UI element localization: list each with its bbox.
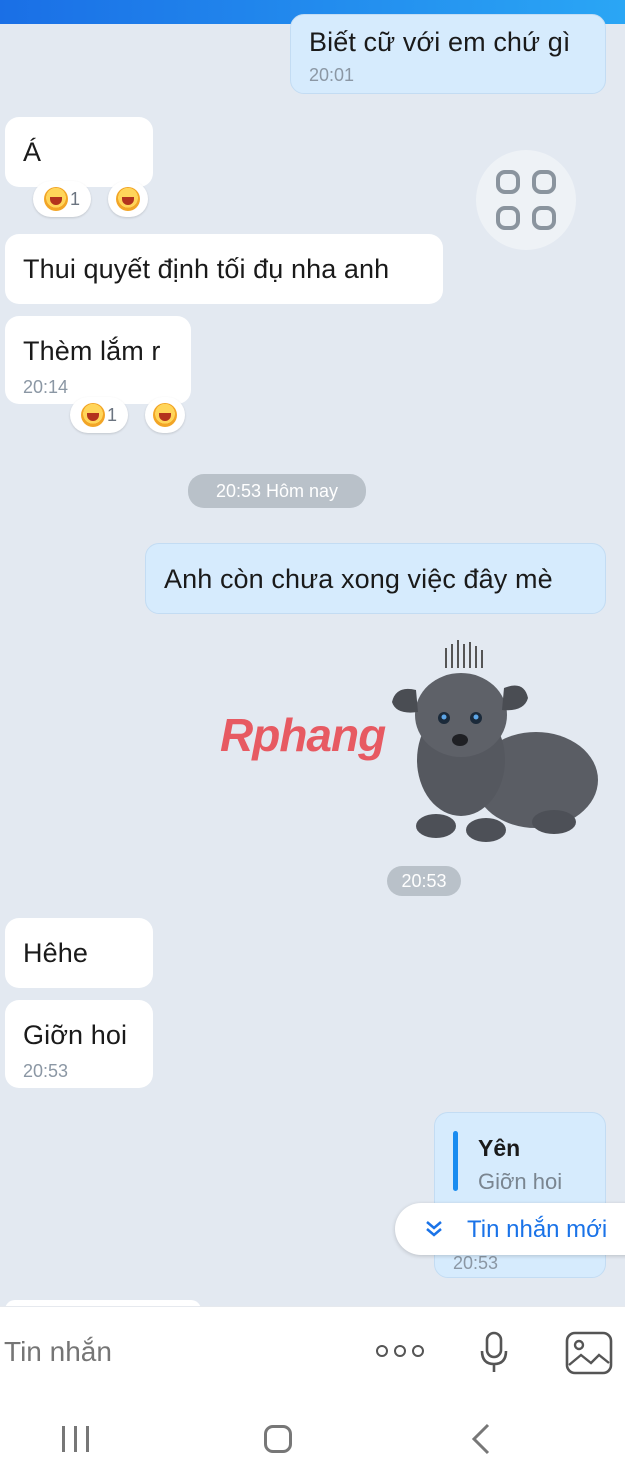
message-time: 20:53 xyxy=(23,1061,69,1081)
laugh-emoji-icon xyxy=(43,187,68,211)
home-icon[interactable] xyxy=(264,1425,292,1453)
reaction-badge[interactable]: 1 xyxy=(33,181,91,217)
laugh-emoji-icon xyxy=(116,187,140,211)
recent-apps-icon[interactable] xyxy=(62,1426,92,1452)
date-separator: 20:53 Hôm nay xyxy=(188,474,366,508)
message-bubble-incoming[interactable]: Hêhe xyxy=(5,918,153,988)
sticker-puppy[interactable] xyxy=(386,640,604,850)
message-bubble-outgoing[interactable]: Anh còn chưa xong việc đây mè xyxy=(145,543,606,614)
reaction-count: 1 xyxy=(69,188,80,209)
watermark-logo: Rphang xyxy=(220,709,386,761)
grid-cell-icon xyxy=(496,206,520,230)
microphone-icon[interactable] xyxy=(477,1331,511,1375)
quote-bar xyxy=(453,1131,458,1191)
reaction-badge[interactable]: 1 xyxy=(70,397,128,433)
laugh-emoji-icon xyxy=(153,403,177,427)
message-text: Biết cữ với em chứ gì xyxy=(309,27,571,57)
add-reaction-button[interactable] xyxy=(145,397,185,433)
message-text: Á xyxy=(23,137,42,167)
message-text: Hêhe xyxy=(23,938,88,968)
laugh-emoji-icon xyxy=(80,403,105,427)
message-time: 20:53 xyxy=(453,1253,499,1273)
double-chevron-down-icon xyxy=(426,1221,442,1237)
message-bubble-incoming[interactable]: Thèm lắm r 20:14 xyxy=(5,316,191,404)
message-input[interactable] xyxy=(0,1325,340,1379)
more-options-icon[interactable] xyxy=(374,1343,428,1361)
message-text: Thèm lắm r xyxy=(23,336,161,366)
reaction-count: 1 xyxy=(106,404,117,425)
message-bubble-outgoing[interactable]: Biết cữ với em chứ gì 20:01 xyxy=(290,14,606,94)
add-reaction-button[interactable] xyxy=(108,181,148,217)
image-gallery-icon[interactable] xyxy=(565,1331,613,1375)
message-bubble-incoming[interactable]: Giỡn hoi 20:53 xyxy=(5,1000,153,1088)
new-messages-button[interactable]: Tin nhắn mới xyxy=(395,1203,625,1255)
system-navigation-bar xyxy=(0,1396,625,1476)
grid-cell-icon xyxy=(532,206,556,230)
message-bubble-incoming[interactable]: Á xyxy=(5,117,153,187)
message-bubble-incoming[interactable]: Thui quyết định tối đụ nha anh xyxy=(5,234,443,304)
quote-text: Giỡn hoi xyxy=(478,1169,563,1194)
grid-cell-icon xyxy=(496,170,520,194)
quote-author: Yên xyxy=(478,1135,521,1161)
message-time: 20:01 xyxy=(309,65,355,85)
message-time: 20:14 xyxy=(23,377,69,397)
app-grid-button[interactable] xyxy=(476,150,576,250)
back-icon[interactable] xyxy=(470,1422,492,1456)
message-composer xyxy=(0,1306,625,1397)
message-text: Giỡn hoi xyxy=(23,1020,128,1050)
new-messages-label: Tin nhắn mới xyxy=(467,1216,608,1243)
grid-cell-icon xyxy=(532,170,556,194)
message-text: Anh còn chưa xong việc đây mè xyxy=(164,564,553,594)
message-text: Thui quyết định tối đụ nha anh xyxy=(23,254,390,284)
message-time-pill: 20:53 xyxy=(387,866,461,896)
puppy-sticker-image xyxy=(392,640,598,842)
